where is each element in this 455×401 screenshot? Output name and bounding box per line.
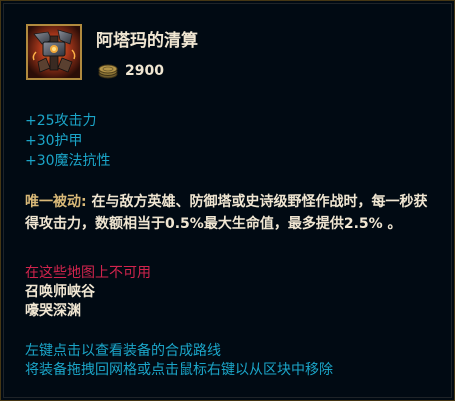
item-stats: +25攻击力 +30护甲 +30魔法抗性	[25, 111, 111, 171]
atmas-reckoning-item-icon	[28, 26, 80, 78]
passive-description: 唯一被动: 在与敌方英雄、防御塔或史诗级野怪作战时，每一秒获得攻击力，数额相当于…	[25, 191, 429, 235]
hint-drag-or-right-click: 将装备拖拽回网格或点击鼠标右键以从区块中移除	[25, 362, 333, 378]
passive-label: 唯一被动:	[25, 194, 87, 210]
unavailable-maps-title: 在这些地图上不可用	[25, 265, 151, 281]
stat-magic-resist: +30魔法抗性	[25, 153, 111, 169]
item-price: 2900	[125, 63, 164, 79]
hint-left-click: 左键点击以查看装备的合成路线	[25, 343, 221, 359]
gold-coins-icon	[97, 63, 119, 79]
stat-attack-damage: +25攻击力	[25, 113, 97, 129]
item-icon[interactable]	[26, 24, 82, 80]
item-name: 阿塔玛的清算	[96, 31, 198, 51]
map-availability: 在这些地图上不可用 召唤师峡谷 嚎哭深渊	[25, 264, 151, 321]
map-summoners-rift: 召唤师峡谷	[25, 284, 95, 300]
stat-armor: +30护甲	[25, 133, 83, 149]
map-howling-abyss: 嚎哭深渊	[25, 303, 81, 319]
item-tooltip: 阿塔玛的清算 2900 +25攻击力 +30护甲 +30魔法抗性 唯一被动: 在…	[0, 0, 455, 401]
usage-hints: 左键点击以查看装备的合成路线 将装备拖拽回网格或点击鼠标右键以从区块中移除	[25, 342, 333, 380]
